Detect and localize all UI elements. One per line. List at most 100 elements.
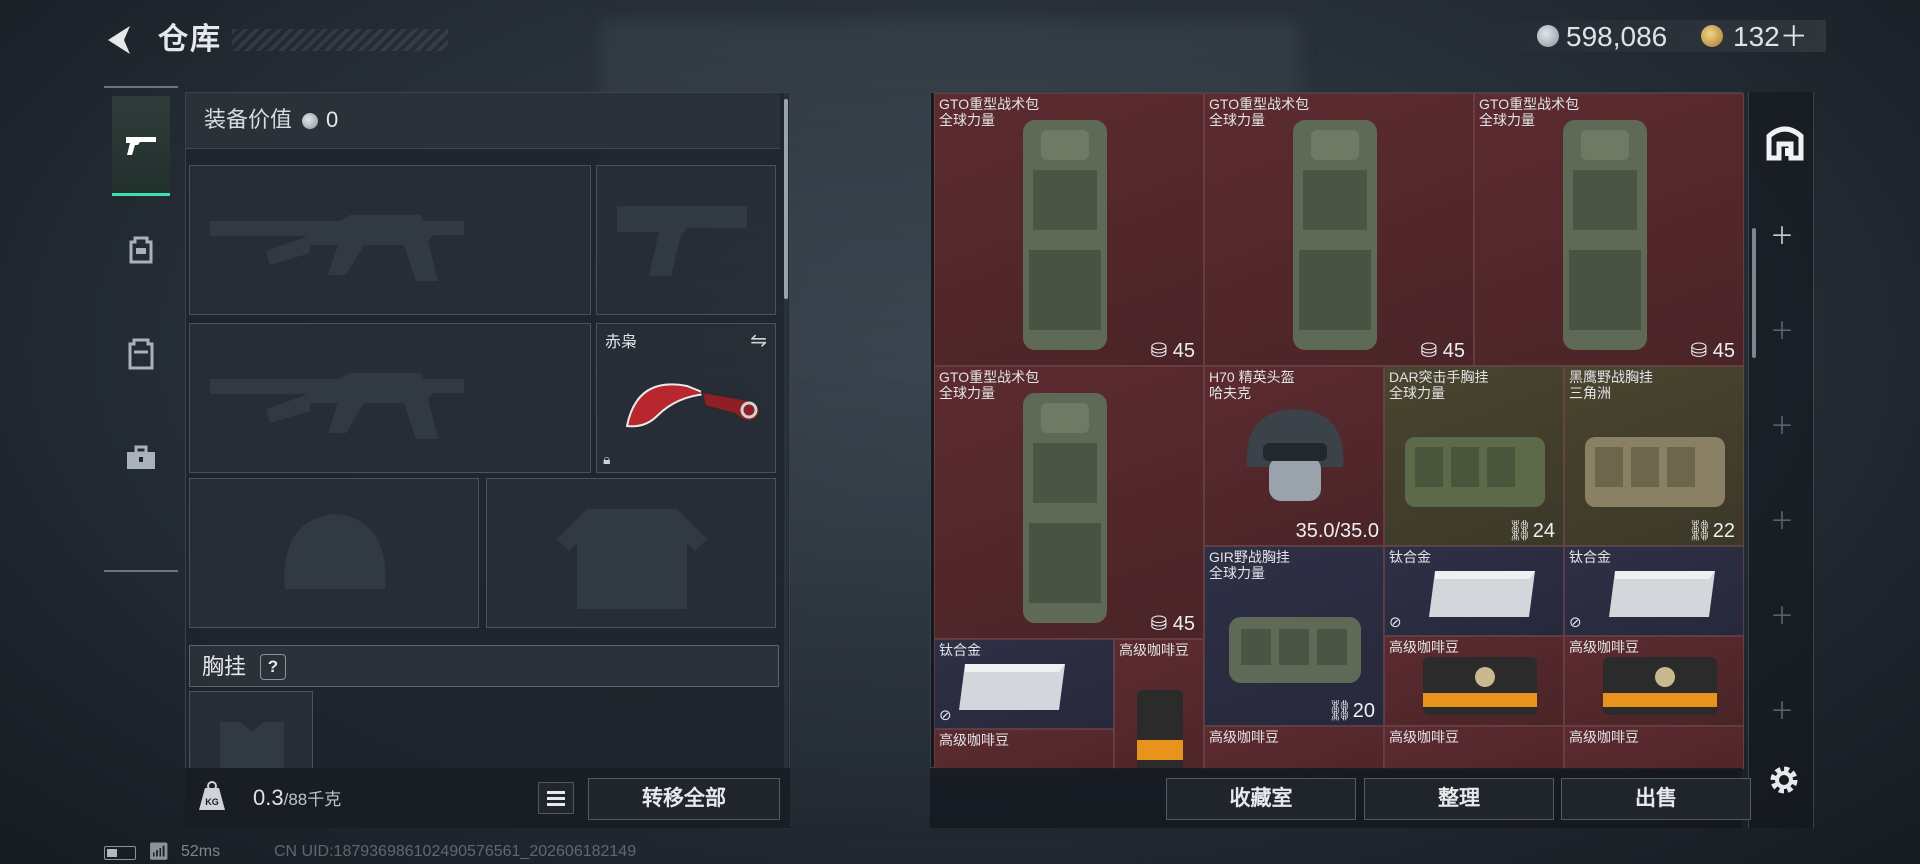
- no-sell-icon: ⊘: [1389, 614, 1402, 631]
- rifle-silhouette-icon: [210, 373, 464, 439]
- stash-item[interactable]: GTO重型战术包 全球力量 ⛁︎ 45: [1474, 93, 1744, 366]
- add-stash-tab-icon[interactable]: ＋: [1749, 697, 1815, 727]
- item-name: GTO重型战术包: [939, 96, 1040, 112]
- favorites-button[interactable]: 收藏室: [1166, 778, 1356, 820]
- item-name: 高级咖啡豆: [939, 732, 1009, 748]
- armor-slot[interactable]: [486, 478, 776, 628]
- stash-item[interactable]: 黑鹰野战胸挂 三角洲 ⛓︎22: [1564, 366, 1744, 546]
- backpack-item-icon: [1023, 120, 1107, 350]
- tab-weapons[interactable]: [112, 96, 170, 196]
- chest-rig-item-icon: [1405, 437, 1545, 507]
- coupon-amount[interactable]: 132＋: [1733, 20, 1808, 54]
- equipment-panel: 装备价值 0 赤枭 ⇋ 🔒︎ 胸挂 ?: [185, 92, 790, 829]
- add-stash-tab-icon[interactable]: ＋: [1749, 412, 1815, 442]
- stash-item[interactable]: DAR突击手胸挂 全球力量 ⛓︎24: [1384, 366, 1564, 546]
- equipment-value: 0: [326, 107, 339, 132]
- coffee-bag-icon: [1423, 657, 1537, 715]
- list-view-button[interactable]: [538, 782, 574, 814]
- stash-item[interactable]: 高级咖啡豆: [1564, 636, 1744, 726]
- helmet-slot[interactable]: [189, 478, 479, 628]
- item-name: 钛合金: [1389, 549, 1431, 565]
- item-name: 钛合金: [1569, 549, 1611, 565]
- toolbox-icon: [127, 445, 155, 469]
- weight-bag-icon: ⛁︎: [1690, 340, 1708, 362]
- item-brand: 哈夫克: [1209, 385, 1251, 401]
- item-name: 高级咖啡豆: [1389, 639, 1459, 655]
- tab-rig[interactable]: [112, 304, 170, 404]
- sort-button[interactable]: 整理: [1364, 778, 1554, 820]
- transfer-all-button[interactable]: 转移全部: [588, 778, 780, 820]
- item-name: DAR突击手胸挂: [1389, 369, 1489, 385]
- vest-icon: [128, 338, 154, 370]
- rifle-silhouette-icon: [210, 215, 464, 281]
- item-brand: 全球力量: [1209, 565, 1265, 581]
- pistol-slot[interactable]: [596, 165, 776, 315]
- primary-weapon-slot[interactable]: [189, 165, 591, 315]
- item-brand: 全球力量: [939, 385, 995, 401]
- swap-icon[interactable]: ⇋: [750, 328, 767, 353]
- item-name: H70 精英头盔: [1209, 369, 1295, 385]
- stash-item[interactable]: 钛合金 ⊘: [1384, 546, 1564, 636]
- item-count: 20: [1352, 700, 1375, 722]
- add-stash-tab-icon[interactable]: ＋: [1749, 317, 1815, 347]
- item-brand: 全球力量: [1389, 385, 1445, 401]
- help-icon[interactable]: ?: [260, 654, 286, 680]
- tab-gear[interactable]: [112, 200, 170, 300]
- equipment-scrollbar[interactable]: [784, 93, 788, 829]
- karambit-knife-icon: [625, 383, 761, 428]
- money-amount[interactable]: 598,086: [1566, 20, 1667, 54]
- stash-tabs-column: ＋ ＋ ＋ ＋ ＋ ＋: [1748, 92, 1814, 828]
- item-brand: 全球力量: [1479, 112, 1535, 128]
- add-stash-tab-icon[interactable]: ＋: [1749, 507, 1815, 537]
- stash-item[interactable]: GTO重型战术包 全球力量 ⛁︎ 45: [1204, 93, 1474, 366]
- stash-item[interactable]: 高级咖啡豆: [1204, 726, 1384, 769]
- back-arrow-icon[interactable]: [100, 20, 140, 60]
- tab-toolbox[interactable]: [112, 408, 170, 508]
- item-count: 45: [1442, 340, 1465, 362]
- equipment-tabs: [104, 86, 178, 572]
- item-name: 高级咖啡豆: [1119, 642, 1189, 658]
- armor-silhouette-icon: [557, 509, 707, 609]
- stash-item[interactable]: GTO重型战术包 全球力量 ⛁︎ 45: [934, 366, 1204, 639]
- helmet-silhouette-icon: [284, 514, 386, 589]
- weight-bag-icon: ⛁︎: [1150, 340, 1168, 362]
- weight-readout: 0.3/88千克: [253, 784, 341, 814]
- pistol-silhouette-icon: [617, 206, 747, 276]
- melee-slot[interactable]: 赤枭 ⇋ 🔒︎: [596, 323, 776, 473]
- hafcoin-icon: [1537, 25, 1559, 47]
- item-name: 钛合金: [939, 642, 981, 658]
- rig-capacity-icon: ⛓︎: [1327, 700, 1353, 722]
- backpack-item-icon: [1563, 120, 1647, 350]
- equipment-value-header: 装备价值 0: [186, 93, 780, 149]
- stash-item[interactable]: 高级咖啡豆: [1384, 636, 1564, 726]
- stash-item[interactable]: 高级咖啡豆: [1114, 639, 1204, 769]
- hafcoin-icon: [302, 113, 318, 129]
- stash-item[interactable]: 钛合金 ⊘: [934, 639, 1114, 729]
- ping-readout: 52ms: [181, 843, 221, 860]
- item-name: 黑鹰野战胸挂: [1569, 369, 1653, 385]
- stash-home-icon[interactable]: [1765, 122, 1805, 162]
- rig-section-header: 胸挂 ?: [189, 645, 779, 687]
- battery-icon: [104, 846, 136, 860]
- backpack-item-icon: [1293, 120, 1377, 350]
- item-name: 高级咖啡豆: [1209, 729, 1279, 745]
- weight-max: /88千克: [283, 790, 342, 809]
- stash-scrollbar[interactable]: [1752, 228, 1756, 358]
- stash-item[interactable]: 钛合金 ⊘: [1564, 546, 1744, 636]
- titanium-ingot-icon: [1609, 571, 1715, 617]
- stash-item[interactable]: H70 精英头盔 哈夫克 35.0/35.0: [1204, 366, 1384, 546]
- stash-item[interactable]: 高级咖啡豆: [934, 729, 1114, 769]
- stash-item[interactable]: GIR野战胸挂 全球力量 ⛓︎20: [1204, 546, 1384, 726]
- stash-item[interactable]: 高级咖啡豆: [1384, 726, 1564, 769]
- secondary-weapon-slot[interactable]: [189, 323, 591, 473]
- settings-gear-icon[interactable]: [1766, 762, 1802, 798]
- add-stash-tab-icon[interactable]: ＋: [1749, 222, 1815, 252]
- chest-rig-item-icon: [1585, 437, 1725, 507]
- titanium-ingot-icon: [959, 664, 1065, 710]
- add-stash-tab-icon[interactable]: ＋: [1749, 602, 1815, 632]
- sell-button[interactable]: 出售: [1561, 778, 1751, 820]
- stash-item[interactable]: GTO重型战术包 全球力量 ⛁︎ 45: [934, 93, 1204, 366]
- melee-name: 赤枭: [605, 334, 638, 351]
- coupon-icon: [1701, 25, 1723, 47]
- stash-item[interactable]: 高级咖啡豆: [1564, 726, 1744, 769]
